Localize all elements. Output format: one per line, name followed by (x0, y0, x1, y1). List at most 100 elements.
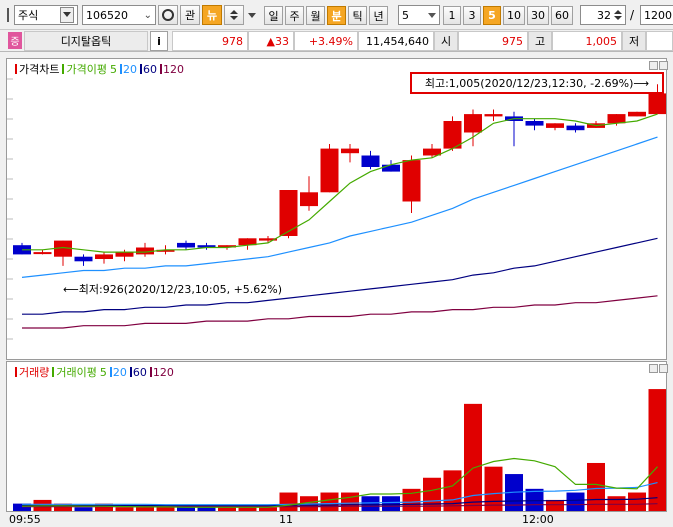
price-change: ▲33 (248, 31, 294, 51)
vertical-bar-icon (7, 8, 9, 22)
candle-down (525, 121, 544, 126)
x-label-12: 12:00 (522, 513, 554, 526)
market-select-value: 주식 (18, 9, 39, 22)
candle-up (33, 252, 52, 255)
period-minute[interactable]: 분 (327, 6, 346, 25)
price-chart-panel[interactable]: 가격차트 가격이평 5 20 60 120 최고:1,005(2020/12/2… (6, 58, 668, 360)
volume-bar-up (607, 496, 626, 511)
interval-10[interactable]: 10 (503, 6, 525, 25)
menu-toggle-button[interactable] (2, 6, 14, 24)
high-price: 1,005 (552, 31, 622, 51)
interval-30[interactable]: 30 (527, 6, 549, 25)
chevron-down-icon (60, 7, 74, 23)
candle-up (279, 190, 298, 236)
candle-down (74, 256, 93, 262)
volume-bar-up (115, 507, 134, 511)
price-ma60-line (22, 237, 658, 315)
candle-up (402, 160, 421, 202)
stock-code-value: 106520 (86, 8, 128, 22)
search-icon (162, 9, 174, 21)
stock-info-button[interactable]: i (150, 31, 168, 51)
volume-bar-up (648, 389, 666, 511)
caret-up-icon (230, 10, 238, 14)
volume-bar-up (320, 492, 339, 511)
settings-button[interactable] (246, 5, 258, 25)
news-button[interactable]: 뉴 (202, 5, 222, 25)
x-label-11: 11 (279, 513, 293, 526)
interest-button[interactable]: 관 (180, 5, 200, 25)
stock-code-input[interactable]: 106520 ⌄ (82, 5, 156, 25)
open-price: 975 (458, 31, 528, 51)
caret-up-icon (614, 10, 622, 14)
up-down-stepper[interactable] (224, 5, 244, 25)
low-price (646, 31, 673, 51)
candle-up (546, 123, 564, 128)
candle-up (464, 114, 482, 133)
display-count-stepper[interactable]: 32 (580, 5, 626, 25)
trade-volume: 11,454,640 (358, 31, 434, 51)
chevron-down-icon (428, 12, 436, 18)
volume-bar-up (156, 507, 175, 511)
candle-up (648, 93, 666, 115)
volume-bar-up (279, 492, 298, 511)
volume-bar-up (628, 492, 646, 511)
volume-chart-panel[interactable]: 거래량 거래이평 5 20 60 120 (6, 361, 668, 512)
period-month[interactable]: 월 (306, 6, 325, 25)
candle-up (300, 192, 318, 207)
low-label: 저 (622, 31, 646, 51)
interval-5[interactable]: 5 (483, 6, 501, 25)
open-label: 시 (434, 31, 458, 51)
volume-bar-up (546, 499, 564, 511)
candle-up (115, 252, 134, 257)
high-label: 고 (528, 31, 552, 51)
candle-down (177, 242, 195, 248)
candle-up (95, 254, 113, 259)
candle-up (341, 148, 359, 154)
volume-bar-up (443, 470, 462, 511)
period-tick[interactable]: 틱 (348, 6, 367, 25)
stock-name: 디지탈옵틱 (24, 31, 148, 51)
x-label-start: 09:55 (9, 513, 41, 526)
total-count-value: 1200 (644, 8, 672, 22)
candle-up (320, 148, 339, 193)
period-year[interactable]: 년 (369, 6, 388, 25)
candle-up (607, 114, 626, 124)
price-change-pct: +3.49% (294, 31, 358, 51)
interval-3[interactable]: 3 (463, 6, 481, 25)
volume-bar-down (74, 507, 93, 511)
interval-select[interactable]: 5 (398, 5, 440, 25)
interval-1[interactable]: 1 (443, 6, 461, 25)
count-separator: / (630, 8, 635, 22)
volume-bar-up (341, 492, 359, 511)
volume-bar-down (382, 496, 400, 511)
price-ma5-line (22, 113, 658, 253)
candle-up (628, 111, 646, 117)
candle-down (361, 155, 380, 167)
volume-bar-down (361, 496, 380, 511)
candle-up (484, 114, 503, 117)
margin-badge: 증 (8, 32, 22, 49)
volume-bar-up (484, 466, 503, 511)
toolbar: 주식 106520 ⌄ 관 뉴 일 주 월 분 틱 년 5 1 3 5 10 3… (0, 0, 673, 30)
candle-down (566, 125, 585, 131)
volume-chart-svg (13, 389, 666, 511)
display-count-value: 32 (597, 8, 611, 22)
caret-down-icon (614, 16, 622, 20)
chevron-down-icon (248, 12, 256, 18)
price-chart-svg (7, 78, 666, 340)
caret-down-icon (230, 16, 238, 20)
price-ma120-line (22, 295, 658, 329)
period-week[interactable]: 주 (285, 6, 304, 25)
period-day[interactable]: 일 (264, 6, 283, 25)
stepper-arrows (614, 10, 622, 20)
chevron-down-icon: ⌄ (143, 9, 152, 21)
volume-bar-down (566, 492, 585, 511)
interval-select-value: 5 (402, 8, 409, 22)
volume-bar-up (136, 507, 154, 511)
interval-60[interactable]: 60 (551, 6, 573, 25)
market-select[interactable]: 주식 (14, 5, 78, 25)
total-count-input[interactable]: 1200 (640, 5, 673, 25)
current-price: 978 (172, 31, 248, 51)
candle-down (382, 164, 400, 172)
search-button[interactable] (158, 5, 178, 25)
